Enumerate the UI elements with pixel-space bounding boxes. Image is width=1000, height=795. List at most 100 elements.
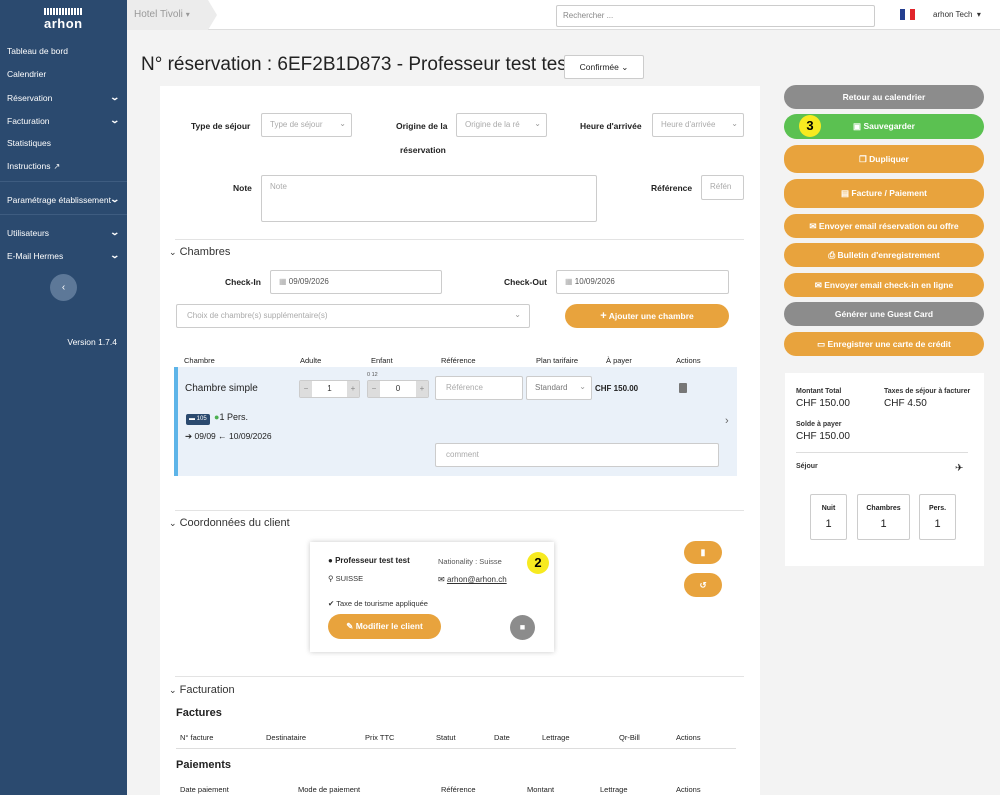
credit-card-icon: ▭: [817, 339, 826, 349]
sidebar-item-tableau-de-bord[interactable]: Tableau de bord: [7, 46, 119, 56]
chevron-down-icon: ⌄: [579, 382, 586, 391]
plus-icon: +: [600, 310, 607, 322]
invoice-icon[interactable]: [679, 383, 687, 393]
sidebar-item-parametrage[interactable]: Paramétrage établissement ⌄: [7, 194, 121, 205]
column-header: N° facture: [180, 733, 214, 742]
table-divider: [176, 748, 736, 749]
send-checkin-email-button[interactable]: ✉ Envoyer email check-in en ligne: [784, 273, 984, 297]
sidebar-item-instructions[interactable]: Instructions ↗: [7, 161, 119, 171]
chevron-down-icon: ⌄: [534, 119, 541, 128]
reference-label: Référence: [651, 183, 693, 193]
sidebar-item-statistiques[interactable]: Statistiques: [7, 138, 119, 148]
trash-icon: ■: [519, 622, 526, 632]
copy-icon: ❐: [859, 154, 867, 164]
envelope-icon: ✉: [809, 221, 817, 231]
caret-down-icon: ▾: [185, 10, 190, 19]
edit-client-button[interactable]: ✎ Modifier le client: [328, 614, 441, 639]
map-marker-icon: ⚲: [328, 574, 334, 583]
status-label: Confirmée: [579, 62, 619, 72]
rooms-label: Chambres: [866, 505, 901, 512]
client-document-button[interactable]: ▮: [684, 541, 722, 564]
room-reference-input[interactable]: Référence: [435, 376, 523, 400]
button-label: Envoyer email check-in en ligne: [824, 280, 954, 290]
sidebar-item-utilisateurs[interactable]: Utilisateurs ⌄: [7, 227, 121, 238]
client-history-button[interactable]: ↺: [684, 573, 722, 597]
sidebar-divider: [0, 214, 127, 215]
persons-value: 1 Pers.: [219, 412, 248, 422]
client-section-header[interactable]: ⌄ Coordonnées du client: [169, 517, 290, 529]
tourist-tax-label: Taxes de séjour à facturer: [884, 388, 971, 395]
external-link-icon: ↗: [53, 161, 61, 171]
client-email[interactable]: ✉ arhon@arhon.ch: [438, 575, 507, 584]
room-choice-select[interactable]: Choix de chambre(s) supplémentaire(s) ⌄: [176, 304, 530, 328]
french-flag-icon[interactable]: [900, 9, 915, 20]
duplicate-button[interactable]: ❐ Dupliquer: [784, 145, 984, 173]
type-sejour-select[interactable]: Type de séjour ⌄: [261, 113, 352, 137]
origine-select[interactable]: Origine de la ré ⌄: [456, 113, 547, 137]
plus-button[interactable]: +: [416, 381, 428, 397]
sidebar-item-calendrier[interactable]: Calendrier: [7, 69, 119, 79]
arrow-left-icon: ←: [218, 431, 227, 441]
origine-label-2: réservation: [400, 145, 446, 155]
chevron-down-icon: ⌄: [109, 194, 121, 204]
column-header: Lettrage: [542, 733, 570, 742]
sidebar-item-label: Paramétrage établissement: [7, 194, 111, 205]
checkin-input[interactable]: ▦ 09/09/2026: [270, 270, 442, 294]
persons-label: ●1 Pers.: [214, 412, 248, 422]
minus-button[interactable]: −: [368, 381, 380, 397]
chevron-down-icon: ⌄: [109, 115, 121, 125]
room-comment-input[interactable]: comment: [435, 443, 719, 467]
sidebar-item-reservation[interactable]: Réservation ⌄: [7, 92, 121, 103]
reference-input[interactable]: Réfén: [701, 175, 744, 200]
client-email-value: arhon@arhon.ch: [446, 575, 507, 584]
column-header: Montant: [527, 785, 555, 794]
sidebar-item-email-hermes[interactable]: E-Mail Hermes ⌄: [7, 250, 121, 261]
envelope-icon: ✉: [814, 280, 822, 290]
collapse-sidebar-button[interactable]: ‹: [50, 274, 77, 301]
rooms-value: 1: [880, 518, 887, 530]
user-menu[interactable]: arhon Tech ▾: [933, 10, 981, 19]
registration-form-button[interactable]: ⎙ Bulletin d'enregistrement: [784, 243, 984, 267]
sidebar-item-facturation[interactable]: Facturation ⌄: [7, 115, 121, 126]
button-label: Retour au calendrier: [842, 92, 926, 102]
edit-client-label: Modifier le client: [355, 621, 423, 631]
back-to-calendar-button[interactable]: Retour au calendrier: [784, 85, 984, 109]
hotel-selector[interactable]: Hotel Tivoli ▾: [127, 0, 217, 30]
user-icon: ●: [328, 556, 333, 565]
status-dropdown[interactable]: Confirmée ⌄: [564, 55, 644, 79]
hotel-name: Hotel Tivoli: [134, 9, 183, 20]
heure-arrivee-select[interactable]: Heure d'arrivée ⌄: [652, 113, 744, 137]
rate-plan-select[interactable]: Standard ⌄: [526, 376, 592, 400]
app-logo[interactable]: arhon: [44, 8, 82, 31]
nights-label: Nuit: [821, 505, 836, 512]
balance-label: Solde à payer: [796, 421, 842, 428]
topbar: Hotel Tivoli ▾ Rechercher ... arhon Tech…: [127, 0, 1000, 30]
save-credit-card-button[interactable]: ▭ Enregistrer une carte de crédit: [784, 332, 984, 356]
chevron-down-icon: ⌄: [109, 250, 121, 260]
add-room-button[interactable]: + Ajouter une chambre: [565, 304, 729, 328]
checkin-label: Check-In: [225, 277, 261, 287]
button-label: Sauvegarder: [863, 121, 915, 131]
column-header: Adulte: [300, 356, 322, 365]
bed-icon: ▬: [189, 416, 195, 422]
client-country: ⚲ SUISSE: [328, 574, 363, 583]
send-reservation-email-button[interactable]: ✉ Envoyer email réservation ou offre: [784, 214, 984, 238]
version-text: Version 1.7.4: [67, 337, 117, 347]
facturation-section-header[interactable]: ⌄ Facturation: [169, 684, 235, 696]
chambres-section-header[interactable]: ⌄ Chambres: [169, 246, 230, 258]
plus-button[interactable]: +: [347, 381, 359, 397]
minus-button[interactable]: −: [300, 381, 312, 397]
adult-stepper[interactable]: − 1 +: [299, 380, 360, 398]
delete-client-button[interactable]: ■: [510, 615, 535, 640]
step-badge: 2: [527, 552, 549, 574]
invoice-payment-button[interactable]: ▤ Facture / Paiement: [784, 179, 984, 208]
note-textarea[interactable]: Note: [261, 175, 597, 222]
checkout-label: Check-Out: [504, 277, 547, 287]
checkout-input[interactable]: ▦ 10/09/2026: [556, 270, 729, 294]
chevron-right-icon[interactable]: ›: [725, 415, 729, 427]
room-name: Chambre simple: [185, 383, 258, 394]
child-stepper[interactable]: − 0 +: [367, 380, 429, 398]
search-input[interactable]: Rechercher ...: [556, 5, 875, 27]
note-label: Note: [233, 183, 252, 193]
guest-card-button[interactable]: Générer une Guest Card: [784, 302, 984, 326]
